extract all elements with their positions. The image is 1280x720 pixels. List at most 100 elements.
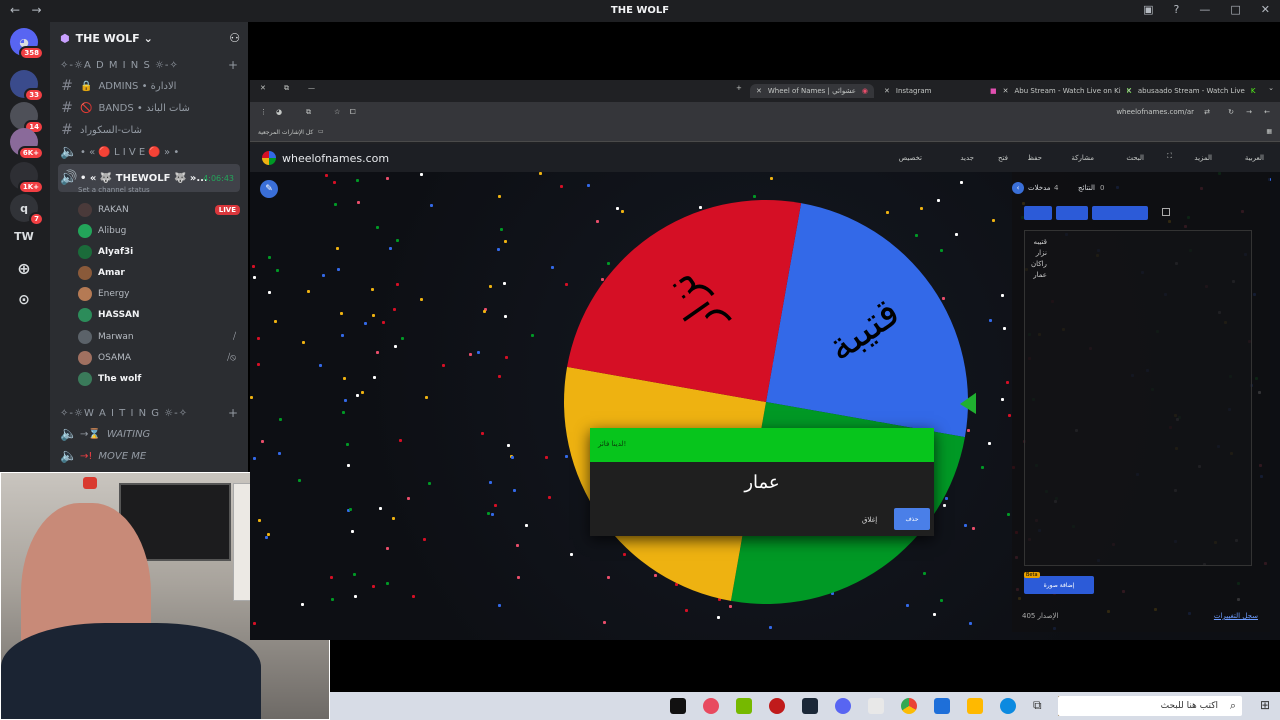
voice-user[interactable]: RAKAN LIVE [78, 200, 240, 220]
close-button[interactable]: ✕ [1261, 3, 1270, 16]
add-channel-icon[interactable]: + [228, 406, 238, 420]
maximize-button[interactable]: □ [1230, 3, 1240, 16]
advanced-checkbox[interactable] [1162, 208, 1170, 216]
remove-winner-button[interactable]: حذف [894, 508, 930, 530]
channel-waiting[interactable]: 🔈 →⌛ WAITING [58, 424, 240, 444]
tab-abu-stream[interactable]: ■ ✕ Abu Stream - Watch Live on Ki K [990, 84, 1131, 98]
tab-results[interactable]: النتائج [1078, 184, 1095, 192]
nvidia-icon[interactable] [736, 698, 752, 714]
menu-search[interactable]: البحث [1126, 154, 1144, 162]
voice-user[interactable]: The wolf [78, 369, 240, 389]
voice-user[interactable]: Alibug [78, 221, 240, 241]
menu-new[interactable]: جديد [960, 154, 974, 162]
category-admins[interactable]: ✧-☼A D M I N S ☼-✧ [60, 60, 179, 71]
add-server-icon[interactable]: ⊕ [10, 254, 38, 282]
tab-instagram[interactable]: ✕ Instagram [884, 84, 932, 98]
collapse-icon[interactable]: ‹ [1012, 182, 1024, 194]
start-icon[interactable]: ⊞ [1260, 698, 1270, 712]
channel-chat[interactable]: # شات-السكوراد [58, 120, 240, 140]
add-channel-icon[interactable]: + [228, 58, 238, 72]
tab-wheel-of-names[interactable]: ✕ Wheel of Names | عشوائي ◉ [750, 84, 874, 98]
channel-live[interactable]: 🔈 • « 🔴 L I V E 🔴 » • [58, 142, 240, 162]
voice-user[interactable]: HASSAN [78, 305, 240, 325]
voice-user[interactable]: Energy [78, 284, 240, 304]
mw-icon[interactable] [670, 698, 686, 714]
menu-icon[interactable]: ⋮ [260, 108, 267, 116]
server-icon-5[interactable]: q7 [10, 194, 44, 226]
steam-icon[interactable] [802, 698, 818, 714]
all-bookmarks[interactable]: كل الإشارات المرجعية [258, 129, 313, 136]
extensions-icon[interactable]: ⧠ [350, 108, 356, 117]
app-icon[interactable] [868, 698, 884, 714]
menu-more[interactable]: المزيد [1194, 154, 1212, 162]
category-waiting[interactable]: ✧-☼W A I T I N G ☼-✧ [60, 408, 188, 419]
close-icon[interactable]: ✕ [1126, 87, 1132, 95]
fullscreen-icon[interactable]: ⛶ [1167, 152, 1172, 161]
back-icon[interactable]: ← [1264, 108, 1270, 116]
explore-icon[interactable]: ⊙ [10, 286, 38, 314]
menu-customize[interactable]: تخصيص [899, 154, 922, 162]
close-icon[interactable]: ✕ [260, 84, 266, 92]
mail-icon[interactable] [934, 698, 950, 714]
menu-share[interactable]: مشاركة [1071, 154, 1094, 162]
add-image-button[interactable] [1092, 206, 1148, 220]
channel-status[interactable]: Set a channel status [78, 186, 150, 194]
wheel[interactable]: قتيبةعمارراكاننزار [556, 192, 976, 612]
menu-language[interactable]: العربية [1245, 154, 1264, 162]
server-icon-1[interactable]: 33 [10, 70, 44, 102]
minimize-icon[interactable]: — [308, 84, 315, 92]
close-icon[interactable]: ✕ [756, 87, 762, 95]
file-explorer-icon[interactable] [967, 698, 983, 714]
sort-button[interactable] [1056, 206, 1088, 220]
add-button[interactable]: إضافة صورة [1024, 576, 1094, 594]
voice-user[interactable]: Amar [78, 263, 240, 283]
new-tab-icon[interactable]: + [736, 84, 742, 92]
confetti-piece [477, 351, 480, 354]
tab-search-icon[interactable]: ⌄ [1268, 84, 1274, 92]
minimize-button[interactable]: — [1199, 3, 1210, 16]
server-icon-3[interactable]: 6K+ [10, 128, 44, 160]
channel-admins[interactable]: # 🔒 ADMINS • الادارة [58, 76, 240, 96]
star-icon[interactable]: ☆ [334, 108, 340, 116]
extension-icon[interactable]: ◕ [276, 108, 282, 116]
tab-abusaado-stream[interactable]: ✕ abusaado Stream - Watch Live K [1126, 84, 1255, 98]
edit-icon[interactable]: ✎ [260, 180, 278, 198]
chrome-icon[interactable] [901, 698, 917, 714]
guild-header[interactable]: ⬢ THE WOLF ⌄ ⚇ [50, 22, 248, 54]
voice-user[interactable]: Alyaf3i [78, 242, 240, 262]
menu-save[interactable]: حفظ [1027, 154, 1042, 162]
task-view-icon[interactable]: ⧉ [1033, 698, 1049, 714]
discord-icon[interactable] [835, 698, 851, 714]
forward-icon[interactable]: → [1246, 108, 1252, 116]
help-icon[interactable]: ? [1174, 3, 1180, 16]
site-settings-icon[interactable]: ⇄ [1204, 108, 1210, 116]
entries-textarea[interactable]: قتيبه نزار راكان عمار [1024, 230, 1252, 566]
channel-moveme[interactable]: 🔈 →! MOVE ME [58, 446, 240, 466]
app-icon[interactable] [703, 698, 719, 714]
direct-messages-icon[interactable]: ◕ 358 [10, 28, 44, 60]
server-icon-tw[interactable]: TW [10, 222, 38, 250]
server-icon-4[interactable]: 1K+ [10, 162, 44, 194]
shuffle-button[interactable] [1024, 206, 1052, 220]
share-icon[interactable]: ⧉ [306, 108, 311, 117]
restore-icon[interactable]: ⧉ [284, 84, 289, 93]
tab-entries[interactable]: مدخلات [1028, 184, 1051, 192]
reload-icon[interactable]: ↻ [1228, 108, 1234, 116]
changelog-link[interactable]: سجل التغييرات [1214, 612, 1258, 620]
url-text[interactable]: wheelofnames.com/ar [1116, 108, 1194, 116]
inbox-icon[interactable]: ▣ [1143, 3, 1153, 16]
close-icon[interactable]: ✕ [1003, 87, 1009, 95]
voice-user[interactable]: Marwan ⧸ [78, 327, 240, 347]
search-box[interactable]: اكتب هنا للبحث ⌕ [1058, 696, 1242, 716]
add-member-icon[interactable]: ⚇ [229, 31, 240, 45]
menu-open[interactable]: فتح [998, 154, 1008, 162]
apps-icon[interactable]: ▦ [1266, 128, 1272, 135]
channel-bands[interactable]: # 🚫 BANDS • شات الباند [58, 98, 240, 118]
site-logo[interactable]: wheelofnames.com [282, 152, 389, 165]
close-icon[interactable]: ✕ [884, 87, 890, 95]
edge-icon[interactable] [1000, 698, 1016, 714]
close-dialog-button[interactable]: إغلاق [862, 516, 877, 524]
voice-user[interactable]: OSAMA ⧸⦸ [78, 348, 240, 368]
app-icon[interactable] [769, 698, 785, 714]
server-icon-2[interactable]: 14 [10, 102, 44, 134]
